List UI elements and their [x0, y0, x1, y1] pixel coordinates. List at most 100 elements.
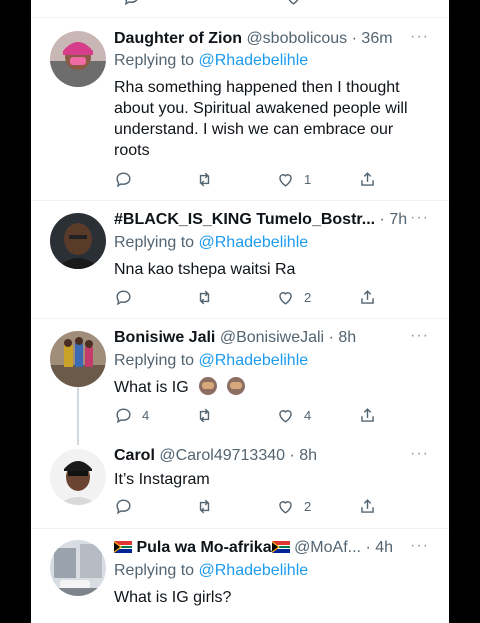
display-name[interactable]: Pula wa Mo-afrika: [136, 539, 271, 556]
share-icon: [361, 171, 374, 186]
reply-count: 4: [142, 407, 150, 423]
retweet-icon: [199, 290, 210, 304]
tweet-header: Bonisiwe Jali @BonisiweJali · 8h: [114, 327, 429, 349]
tweet-text: It’s Instagram: [114, 471, 210, 488]
more-options-icon[interactable]: ···: [410, 28, 429, 46]
mention-link[interactable]: @Rhadebelihle: [199, 352, 309, 369]
tweet-body: What is IG: [114, 377, 429, 398]
like-count: 2: [304, 498, 312, 514]
mention-link[interactable]: @Rhadebelihle: [199, 234, 309, 251]
more-options-icon[interactable]: ···: [410, 327, 429, 345]
tweet-header: Carol @Carol49713340 · 8h: [114, 445, 429, 467]
display-name[interactable]: #BLACK_IS_KING Tumelo_Bostr...: [114, 211, 375, 228]
retweet-button[interactable]: [195, 495, 223, 517]
avatar[interactable]: [50, 540, 106, 596]
share-button[interactable]: [358, 286, 377, 308]
share-icon: [361, 498, 374, 513]
like-count: 2: [304, 289, 312, 305]
tweet-text: What is IG girls?: [114, 589, 232, 606]
timestamp[interactable]: · 8h: [289, 447, 317, 464]
like-icon[interactable]: [284, 0, 303, 8]
reply-icon: [116, 171, 131, 187]
display-name[interactable]: Bonisiwe Jali: [114, 329, 215, 346]
reply-button[interactable]: [114, 168, 142, 190]
reply-icon[interactable]: [122, 0, 141, 8]
south-africa-flag-icon: [271, 541, 290, 553]
tweet[interactable]: #BLACK_IS_KING Tumelo_Bostr... · 7h ··· …: [31, 201, 449, 319]
retweet-icon: [199, 499, 210, 513]
retweet-icon: [199, 172, 210, 186]
tweet-text: What is IG: [114, 379, 189, 396]
tweet-header: Daughter of Zion @sbobolicous · 36m: [114, 28, 429, 50]
mention-link[interactable]: @Rhadebelihle: [199, 562, 309, 579]
timestamp[interactable]: · 4h: [365, 539, 393, 556]
timestamp[interactable]: · 8h: [329, 329, 357, 346]
reply-icon: [116, 407, 131, 423]
tweet-header: Pula wa Mo-afrika @MoAf... · 4h: [114, 537, 429, 559]
user-handle[interactable]: @Carol49713340: [159, 447, 285, 464]
tweet-header: #BLACK_IS_KING Tumelo_Bostr... · 7h: [114, 209, 429, 231]
avatar[interactable]: [50, 331, 106, 387]
share-button[interactable]: [358, 404, 377, 426]
display-name[interactable]: Carol: [114, 447, 155, 464]
like-button[interactable]: 2: [276, 495, 311, 517]
south-africa-flag-icon: [114, 541, 132, 553]
replying-to-label: Replying to: [114, 52, 199, 69]
replying-to-label: Replying to: [114, 234, 199, 251]
share-button[interactable]: [358, 168, 377, 190]
reply-button[interactable]: [114, 286, 142, 308]
replying-to: Replying to @Rhadebelihle: [114, 232, 308, 254]
tweet-actions: 2: [31, 495, 449, 517]
replying-to-label: Replying to: [114, 352, 199, 369]
replying-to: Replying to @Rhadebelihle: [114, 50, 308, 72]
user-handle[interactable]: @MoAf...: [294, 539, 361, 556]
like-icon: [279, 500, 292, 514]
mention-link[interactable]: @Rhadebelihle: [199, 52, 309, 69]
retweet-button[interactable]: [195, 168, 223, 190]
tweet[interactable]: Pula wa Mo-afrika @MoAf... · 4h ··· Repl…: [31, 529, 449, 623]
replying-to: Replying to @Rhadebelihle: [114, 350, 308, 372]
like-count: 4: [304, 407, 312, 423]
tweet[interactable]: Daughter of Zion @sbobolicous · 36m ··· …: [31, 18, 449, 203]
user-handle[interactable]: @sbobolicous: [246, 30, 347, 47]
like-icon: [279, 173, 292, 187]
retweet-icon: [199, 408, 210, 422]
like-count: 1: [304, 171, 312, 187]
tweet-actions: 2: [31, 286, 449, 308]
more-options-icon[interactable]: ···: [410, 209, 429, 227]
like-button[interactable]: 2: [276, 286, 311, 308]
like-button[interactable]: 4: [276, 404, 311, 426]
tweet-text: Nna kao tshepa waitsi Ra: [114, 261, 296, 278]
retweet-button[interactable]: [195, 404, 223, 426]
tweet-text: Rha something happened then I thought ab…: [114, 79, 408, 159]
share-icon: [361, 407, 374, 422]
more-options-icon[interactable]: ···: [410, 537, 429, 555]
like-icon: [279, 409, 292, 423]
prev-tweet-actions: [31, 0, 449, 8]
user-handle[interactable]: @BonisiweJali: [220, 329, 324, 346]
avatar[interactable]: [50, 213, 106, 269]
replying-to: Replying to @Rhadebelihle: [114, 560, 308, 582]
like-icon: [279, 291, 292, 305]
see-no-evil-monkey-icon: [199, 377, 218, 395]
share-icon: [361, 289, 374, 304]
reply-button[interactable]: 4: [114, 404, 149, 426]
more-options-icon[interactable]: ···: [410, 445, 429, 463]
like-button[interactable]: 1: [276, 168, 311, 190]
timeline: Daughter of Zion @sbobolicous · 36m ··· …: [31, 0, 449, 623]
retweet-button[interactable]: [195, 286, 223, 308]
display-name[interactable]: Daughter of Zion: [114, 30, 242, 47]
reply-icon: [116, 498, 131, 514]
timestamp[interactable]: · 7h: [380, 211, 408, 228]
tweet[interactable]: Bonisiwe Jali @BonisiweJali · 8h ··· Rep…: [31, 319, 449, 447]
tweet[interactable]: Carol @Carol49713340 · 8h ··· It’s Insta…: [31, 437, 449, 529]
share-button[interactable]: [358, 495, 377, 517]
avatar[interactable]: [50, 31, 106, 87]
replying-to-label: Replying to: [114, 562, 199, 579]
reply-icon: [116, 289, 131, 305]
tweet-actions: 4 4: [31, 404, 449, 426]
tweet-actions: 1: [31, 168, 449, 190]
timestamp[interactable]: · 36m: [352, 30, 393, 47]
reply-button[interactable]: [114, 495, 142, 517]
see-no-evil-monkey-icon: [226, 377, 245, 395]
